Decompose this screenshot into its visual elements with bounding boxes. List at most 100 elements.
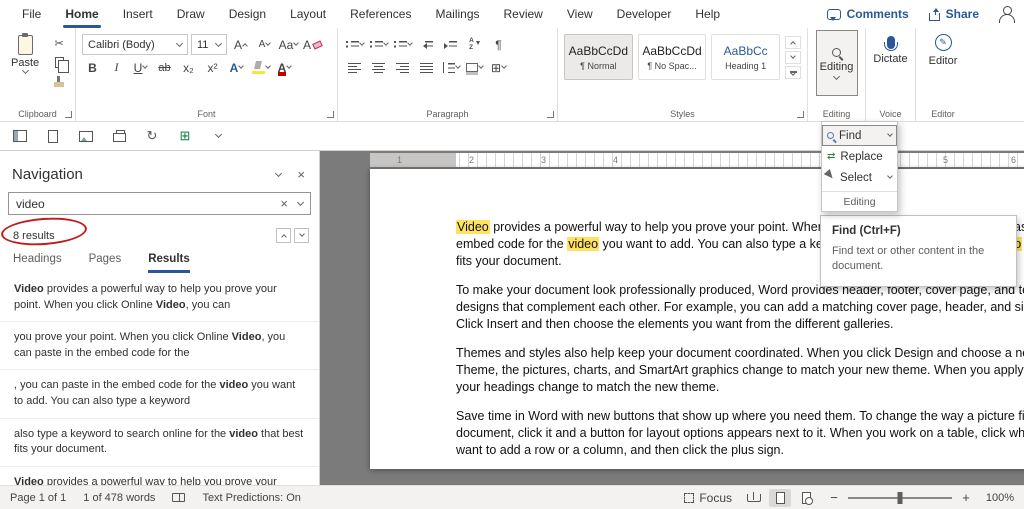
search-result-item[interactable]: Video provides a powerful way to help yo… — [0, 274, 319, 322]
page-indicator[interactable]: Page 1 of 1 — [10, 492, 66, 504]
text-predictions-status[interactable]: Text Predictions: On — [202, 492, 300, 504]
subscript-button[interactable]: x₂ — [178, 57, 199, 78]
menu-tab-file[interactable]: File — [10, 0, 53, 28]
read-mode-button[interactable] — [743, 489, 765, 507]
format-painter-button[interactable] — [50, 73, 68, 89]
paste-button[interactable]: Paste — [6, 33, 44, 89]
sort-button[interactable]: AZ — [464, 34, 485, 55]
share-button[interactable]: Share — [920, 7, 988, 21]
shading-button[interactable] — [464, 57, 485, 78]
cut-button[interactable]: ✂ — [50, 35, 68, 51]
font-color-button[interactable]: A — [274, 57, 295, 78]
tab-results[interactable]: Results — [148, 253, 190, 273]
navigation-search-box[interactable]: video × — [8, 192, 311, 215]
underline-button[interactable]: U — [130, 57, 151, 78]
paragraph[interactable]: Themes and styles also help keep your do… — [456, 345, 1024, 396]
menu-tab-developer[interactable]: Developer — [605, 0, 684, 28]
editing-menu-button[interactable]: Editing — [816, 30, 858, 96]
bold-button[interactable]: B — [82, 57, 103, 78]
navigation-pane-toggle-button[interactable] — [10, 126, 30, 146]
navigation-close-icon[interactable]: × — [297, 168, 305, 181]
dictate-button[interactable]: Dictate — [866, 28, 915, 65]
comments-button[interactable]: Comments — [818, 7, 918, 21]
style-no-spacing[interactable]: AaBbCcDd ¶ No Spac... — [638, 34, 707, 80]
search-result-item[interactable]: Video provides a powerful way to help yo… — [0, 467, 319, 485]
strikethrough-button[interactable]: ab — [154, 57, 175, 78]
menu-tab-help[interactable]: Help — [683, 0, 732, 28]
borders-button[interactable]: ⊞ — [488, 57, 509, 78]
print-layout-button[interactable] — [769, 489, 791, 507]
numbering-button[interactable] — [368, 34, 389, 55]
user-avatar-icon[interactable] — [998, 6, 1014, 22]
undo-button[interactable]: ↻ — [142, 126, 162, 146]
text-effects-button[interactable]: A — [226, 57, 247, 78]
focus-mode-button[interactable]: Focus — [684, 487, 732, 508]
menu-tab-references[interactable]: References — [338, 0, 423, 28]
show-paragraph-marks-button[interactable]: ¶ — [488, 34, 509, 55]
proofing-icon[interactable] — [172, 493, 185, 502]
previous-result-button[interactable] — [276, 228, 291, 243]
search-clear-icon[interactable]: × — [280, 197, 288, 210]
search-result-item[interactable]: also type a keyword to search online for… — [0, 419, 319, 467]
line-spacing-button[interactable] — [440, 57, 461, 78]
new-document-button[interactable] — [43, 126, 63, 146]
search-result-item[interactable]: , you can paste in the embed code for th… — [0, 370, 319, 418]
menu-tab-home[interactable]: Home — [53, 0, 110, 28]
menu-tab-mailings[interactable]: Mailings — [423, 0, 491, 28]
paragraph[interactable]: To make your document look professionall… — [456, 282, 1024, 333]
styles-scroll-down-button[interactable] — [785, 51, 801, 64]
tab-headings[interactable]: Headings — [13, 253, 62, 273]
multilevel-list-button[interactable] — [392, 34, 413, 55]
grow-font-button[interactable]: A — [230, 34, 251, 55]
horizontal-ruler[interactable]: 1 2 3 4 5 6 — [370, 153, 1024, 167]
zoom-out-button[interactable]: − — [828, 490, 840, 505]
menu-tab-insert[interactable]: Insert — [111, 0, 165, 28]
menu-tab-design[interactable]: Design — [217, 0, 278, 28]
bullets-button[interactable] — [344, 34, 365, 55]
menu-item-select[interactable]: Select — [822, 167, 897, 188]
font-size-select[interactable]: 11 — [191, 34, 227, 55]
menu-tab-layout[interactable]: Layout — [278, 0, 338, 28]
paragraph[interactable]: Save time in Word with new buttons that … — [456, 408, 1024, 459]
next-result-button[interactable] — [294, 228, 309, 243]
print-preview-button[interactable] — [109, 126, 129, 146]
change-case-button[interactable]: Aa — [278, 34, 299, 55]
superscript-button[interactable]: x² — [202, 57, 223, 78]
menu-tab-review[interactable]: Review — [492, 0, 555, 28]
menu-tab-draw[interactable]: Draw — [165, 0, 217, 28]
copy-button[interactable] — [50, 54, 68, 70]
menu-tab-view[interactable]: View — [555, 0, 605, 28]
web-layout-button[interactable] — [795, 489, 817, 507]
table-tool-button[interactable]: ⊞ — [175, 126, 195, 146]
shrink-font-button[interactable]: A — [254, 34, 275, 55]
navigation-options-chevron[interactable] — [275, 169, 282, 176]
styles-gallery-more-button[interactable] — [785, 66, 801, 79]
styles-scroll-up-button[interactable] — [785, 36, 801, 49]
search-options-chevron[interactable] — [297, 198, 304, 205]
justify-button[interactable] — [416, 57, 437, 78]
insert-picture-button[interactable] — [76, 126, 96, 146]
zoom-slider-thumb[interactable] — [898, 492, 903, 504]
align-center-button[interactable] — [368, 57, 389, 78]
editor-button[interactable]: ✎ Editor — [916, 28, 970, 67]
font-name-select[interactable]: Calibri (Body) — [82, 34, 188, 55]
search-result-item[interactable]: you prove your point. When you click Onl… — [0, 322, 319, 370]
increase-indent-button[interactable] — [440, 34, 461, 55]
align-left-button[interactable] — [344, 57, 365, 78]
search-input-value[interactable]: video — [16, 197, 45, 211]
word-count[interactable]: 1 of 478 words — [83, 492, 155, 504]
zoom-level[interactable]: 100% — [980, 492, 1014, 504]
toolbar-overflow-button[interactable] — [208, 126, 228, 146]
zoom-in-button[interactable]: + — [960, 490, 972, 505]
tab-pages[interactable]: Pages — [89, 253, 122, 273]
align-right-button[interactable] — [392, 57, 413, 78]
decrease-indent-button[interactable] — [416, 34, 437, 55]
style-normal[interactable]: AaBbCcDd ¶ Normal — [564, 34, 633, 80]
italic-button[interactable]: I — [106, 57, 127, 78]
menu-item-replace[interactable]: ⇄ Replace — [822, 146, 897, 167]
menu-item-find[interactable]: Find — [822, 125, 897, 146]
style-heading-1[interactable]: AaBbCc Heading 1 — [711, 34, 780, 80]
zoom-slider[interactable] — [848, 497, 952, 499]
document-page[interactable]: Video provides a powerful way to help yo… — [370, 169, 1024, 469]
text-highlight-button[interactable] — [250, 57, 271, 78]
